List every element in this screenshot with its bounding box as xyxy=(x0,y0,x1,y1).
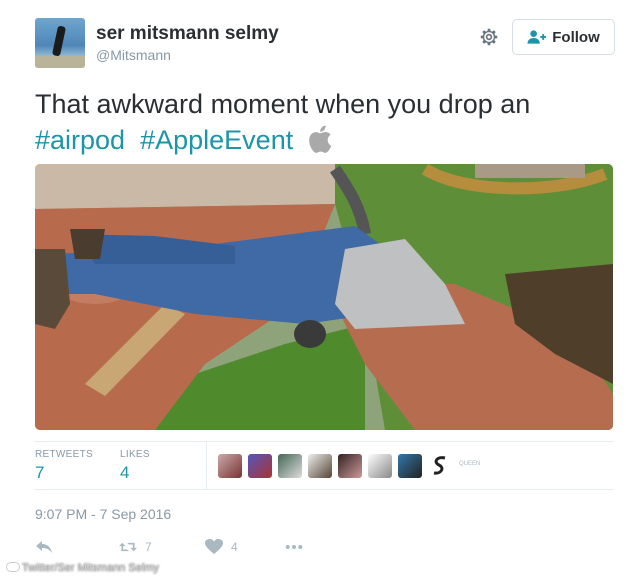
avatar-figure xyxy=(51,25,67,57)
likes-count[interactable]: 4 xyxy=(120,463,129,483)
more-button[interactable] xyxy=(285,539,303,555)
retweets-count[interactable]: 7 xyxy=(35,463,44,483)
tweet-actions: 7 4 xyxy=(35,536,335,560)
gear-icon[interactable] xyxy=(478,26,500,48)
retweets-label: RETWEETS xyxy=(35,449,93,460)
like-button[interactable]: 4 xyxy=(205,539,238,555)
avatar[interactable] xyxy=(35,18,85,68)
stats-separator xyxy=(206,441,207,489)
liker-logo-icon xyxy=(433,456,446,475)
divider-top xyxy=(35,441,613,442)
more-icon xyxy=(285,545,303,549)
retweet-icon xyxy=(119,542,137,552)
likers-list xyxy=(218,454,452,478)
like-count: 4 xyxy=(231,540,238,554)
hashtag-airpod[interactable]: #airpod xyxy=(35,125,125,155)
tweet-text: That awkward moment when you drop an #ai… xyxy=(35,86,615,158)
add-user-icon xyxy=(527,30,547,44)
liker-caption: QUEEN xyxy=(459,461,481,467)
divider-bottom xyxy=(35,489,613,490)
tweet-photo[interactable] xyxy=(35,164,613,430)
liker-avatar[interactable] xyxy=(428,454,452,478)
reply-button[interactable] xyxy=(35,539,53,555)
watermark: Twitter/Ser Mitsmann Selmy xyxy=(6,562,159,574)
author-name[interactable]: ser mitsmann selmy xyxy=(96,23,279,45)
watermark-logo-icon xyxy=(6,562,20,572)
reply-icon xyxy=(36,541,52,553)
retweet-count: 7 xyxy=(145,540,152,554)
liker-avatar[interactable] xyxy=(248,454,272,478)
liker-avatar[interactable] xyxy=(308,454,332,478)
follow-button[interactable]: Follow xyxy=(512,19,615,55)
avatar-ground xyxy=(35,56,85,68)
liker-avatar[interactable] xyxy=(368,454,392,478)
apple-logo-icon xyxy=(308,125,331,153)
hashtag-appleevent[interactable]: #AppleEvent xyxy=(140,125,293,155)
watermark-text: Twitter/Ser Mitsmann Selmy xyxy=(22,562,159,574)
likes-label: LIKES xyxy=(120,449,150,460)
follow-button-label: Follow xyxy=(552,28,600,46)
tweet-timestamp[interactable]: 9:07 PM - 7 Sep 2016 xyxy=(35,506,171,522)
author-handle[interactable]: @Mitsmann xyxy=(96,47,171,63)
liker-avatar[interactable] xyxy=(278,454,302,478)
liker-avatar[interactable] xyxy=(338,454,362,478)
tweet-body: That awkward moment when you drop an xyxy=(35,89,531,119)
heart-icon xyxy=(205,539,223,554)
retweet-button[interactable]: 7 xyxy=(119,539,152,555)
liker-avatar[interactable] xyxy=(218,454,242,478)
liker-avatar[interactable] xyxy=(398,454,422,478)
